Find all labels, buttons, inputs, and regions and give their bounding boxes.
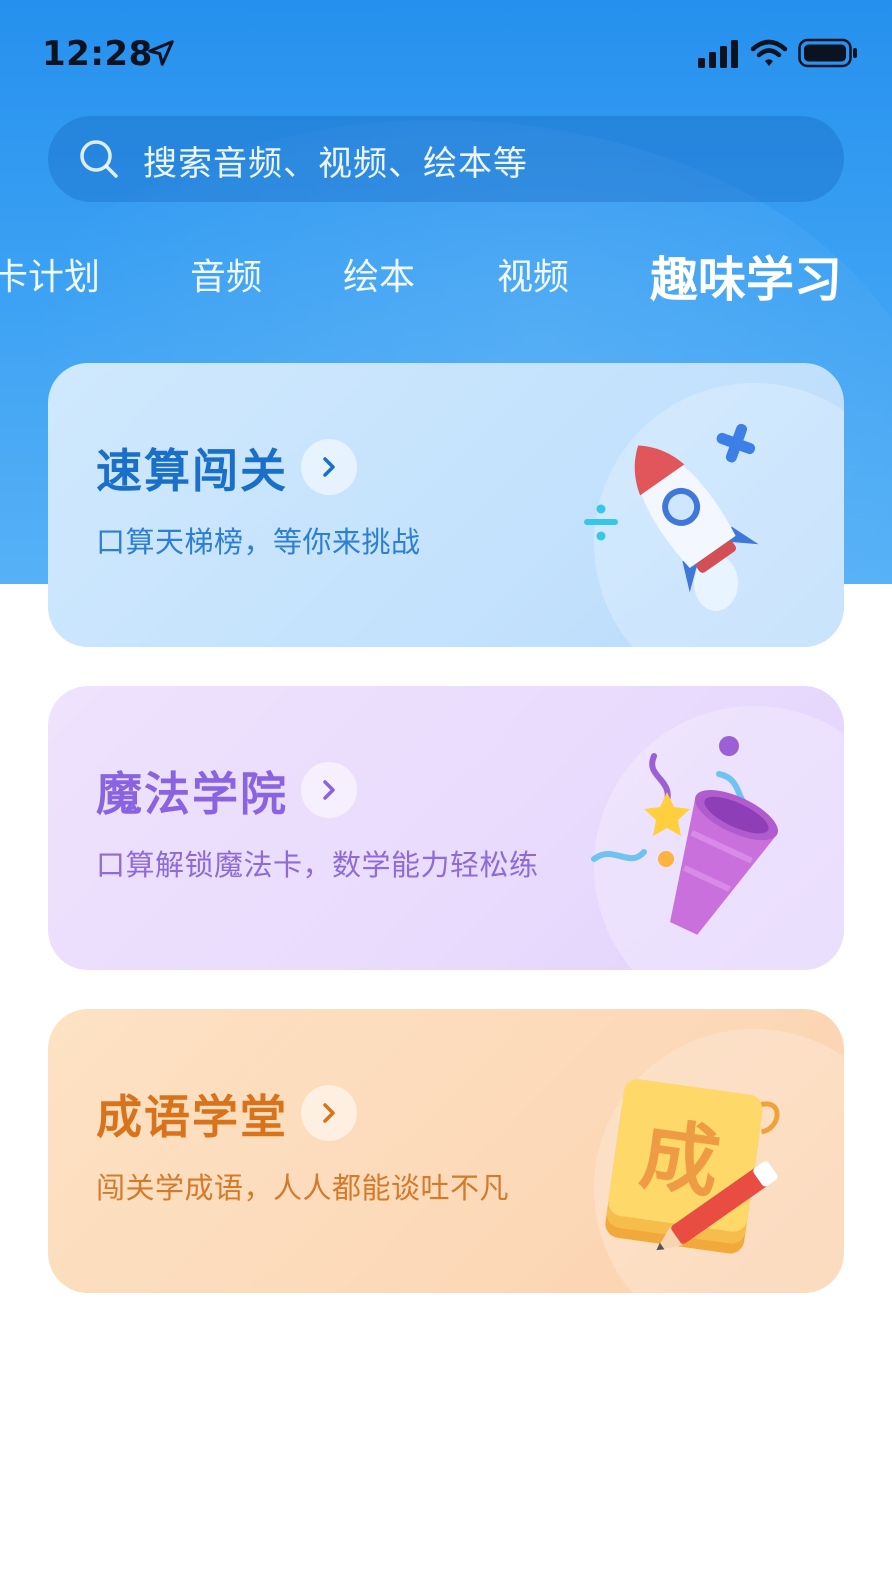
card-subtitle: 口算天梯榜，等你来挑战: [96, 525, 421, 559]
tab-fun-learning[interactable]: 趣味学习: [650, 240, 842, 310]
battery-icon: [798, 38, 857, 68]
card-title: 成语学堂: [96, 1090, 288, 1144]
tab-plan[interactable]: 卡计划: [0, 248, 100, 300]
rocket-icon: [584, 423, 759, 611]
party-popper-icon: [591, 736, 778, 935]
card-magic-academy[interactable]: 魔法学院 口算解锁魔法卡，数学能力轻松练: [48, 686, 844, 970]
notepad-pencil-icon: 成: [605, 1079, 780, 1254]
search-input[interactable]: 搜索音频、视频、绘本等: [143, 136, 528, 185]
chevron-right-icon[interactable]: [301, 1085, 357, 1141]
chevron-right-icon[interactable]: [301, 762, 357, 818]
wifi-icon: [750, 39, 788, 66]
card-subtitle: 闯关学成语，人人都能谈吐不凡: [96, 1171, 510, 1205]
card-title: 速算闯关: [96, 444, 288, 498]
idiom-glyph: 成: [635, 1109, 725, 1210]
chevron-right-icon[interactable]: [301, 439, 357, 495]
tab-picture-book[interactable]: 绘本: [343, 248, 415, 300]
search-icon[interactable]: [78, 138, 120, 180]
location-arrow-icon: [148, 40, 174, 66]
status-time: 12:28: [42, 34, 153, 74]
card-idiom-school[interactable]: 成语学堂 闯关学成语，人人都能谈吐不凡 成: [48, 1009, 844, 1293]
card-subtitle: 口算解锁魔法卡，数学能力轻松练: [96, 848, 539, 882]
card-speed-calculation[interactable]: 速算闯关 口算天梯榜，等你来挑战: [48, 363, 844, 647]
cellular-signal-icon: [698, 40, 738, 68]
status-bar: 12:28: [0, 0, 892, 108]
category-tabs: 卡计划 音频 绘本 视频 趣味学习: [0, 240, 892, 310]
tab-audio[interactable]: 音频: [190, 248, 262, 300]
tab-video[interactable]: 视频: [497, 248, 569, 300]
card-title: 魔法学院: [96, 767, 288, 821]
